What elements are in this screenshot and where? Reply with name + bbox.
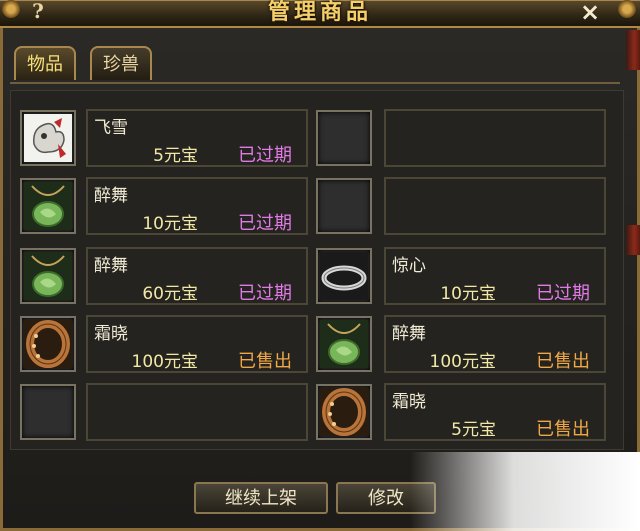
screen-glare bbox=[410, 452, 640, 531]
item-slot-icon[interactable] bbox=[20, 248, 76, 304]
item-info-box[interactable] bbox=[384, 177, 606, 235]
item-info-box[interactable]: 霜晓 5元宝 已售出 bbox=[384, 383, 606, 441]
item-name: 醉舞 bbox=[392, 324, 426, 344]
item-slot-icon[interactable] bbox=[316, 248, 372, 304]
item-status: 已售出 bbox=[238, 351, 292, 372]
item-status: 已售出 bbox=[536, 419, 590, 440]
window-title: 管理商品 bbox=[267, 0, 372, 25]
item-info-box[interactable]: 醉舞 60元宝 已过期 bbox=[86, 247, 308, 305]
item-name: 霜晓 bbox=[392, 392, 426, 412]
item-slot-icon[interactable] bbox=[316, 110, 372, 166]
item-slot-icon[interactable] bbox=[316, 178, 372, 234]
item-info-box[interactable]: 醉舞 10元宝 已过期 bbox=[86, 177, 308, 235]
item-info-box[interactable]: 惊心 10元宝 已过期 bbox=[384, 247, 606, 305]
side-decoration bbox=[626, 225, 640, 255]
item-status: 已过期 bbox=[536, 283, 590, 304]
item-name: 醉舞 bbox=[94, 256, 128, 276]
item-slot-icon[interactable] bbox=[20, 316, 76, 372]
item-price: 10元宝 bbox=[142, 214, 198, 234]
item-info-box[interactable]: 霜晓 100元宝 已售出 bbox=[86, 315, 308, 373]
item-name: 醉舞 bbox=[94, 186, 128, 206]
item-status: 已售出 bbox=[536, 351, 590, 372]
continue-listing-button[interactable]: 继续上架 bbox=[194, 482, 328, 514]
close-button[interactable]: × bbox=[576, 0, 604, 24]
item-price: 5元宝 bbox=[153, 146, 198, 166]
side-decoration bbox=[626, 30, 640, 70]
help-button[interactable]: ? bbox=[24, 0, 52, 22]
tab-items[interactable]: 物品 bbox=[14, 46, 76, 80]
item-name: 飞雪 bbox=[94, 118, 128, 138]
tab-pets[interactable]: 珍兽 bbox=[90, 46, 152, 80]
corner-ornament-left bbox=[2, 0, 20, 18]
item-info-box[interactable] bbox=[384, 109, 606, 167]
item-status: 已过期 bbox=[238, 283, 292, 304]
item-price: 10元宝 bbox=[440, 284, 496, 304]
tab-divider bbox=[10, 82, 620, 84]
item-price: 100元宝 bbox=[131, 352, 198, 372]
title-bar: ? 管理商品 × bbox=[0, 0, 640, 28]
item-slot-icon[interactable] bbox=[316, 384, 372, 440]
item-slot-icon[interactable] bbox=[20, 384, 76, 440]
item-slot-icon[interactable] bbox=[316, 316, 372, 372]
corner-ornament-right bbox=[618, 0, 636, 18]
item-info-box[interactable] bbox=[86, 383, 308, 441]
item-name: 惊心 bbox=[392, 256, 426, 276]
item-status: 已过期 bbox=[238, 145, 292, 166]
item-price: 100元宝 bbox=[429, 352, 496, 372]
item-price: 60元宝 bbox=[142, 284, 198, 304]
item-info-box[interactable]: 醉舞 100元宝 已售出 bbox=[384, 315, 606, 373]
item-slot-icon[interactable] bbox=[20, 110, 76, 166]
item-status: 已过期 bbox=[238, 213, 292, 234]
item-name: 霜晓 bbox=[94, 324, 128, 344]
item-slot-icon[interactable] bbox=[20, 178, 76, 234]
item-info-box[interactable]: 飞雪 5元宝 已过期 bbox=[86, 109, 308, 167]
item-price: 5元宝 bbox=[451, 420, 496, 440]
